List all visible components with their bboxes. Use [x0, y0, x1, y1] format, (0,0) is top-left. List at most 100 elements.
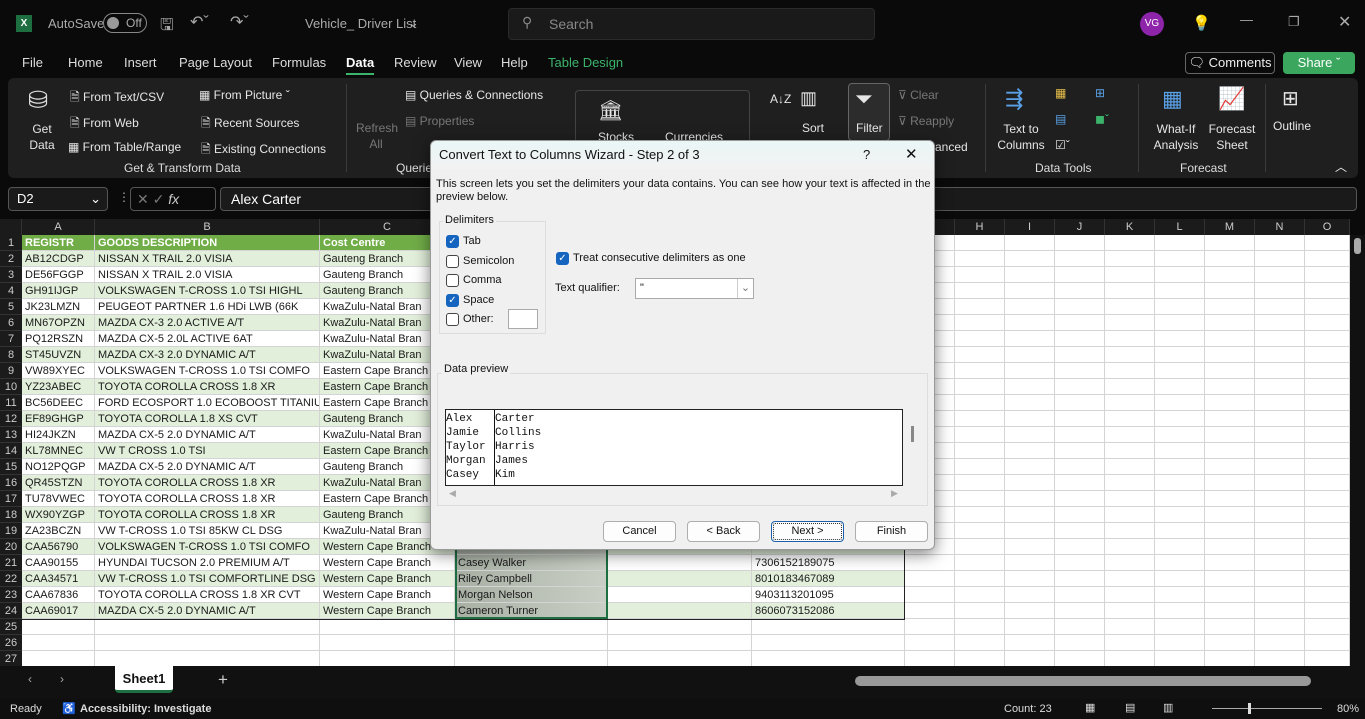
properties-button[interactable]: ▤ Properties	[405, 114, 474, 128]
cell[interactable]	[1305, 619, 1350, 635]
cell[interactable]	[955, 427, 1005, 443]
cell[interactable]	[955, 587, 1005, 603]
cell[interactable]	[1105, 235, 1155, 251]
column-header-J[interactable]: J	[1055, 219, 1105, 235]
cell[interactable]	[1205, 651, 1255, 667]
cell[interactable]	[1005, 491, 1055, 507]
cell[interactable]	[455, 635, 608, 651]
cell[interactable]	[1305, 331, 1350, 347]
cell[interactable]	[1055, 635, 1105, 651]
existing-connections-button[interactable]: 🗎 Existing Connections	[201, 140, 326, 161]
row-header-20[interactable]: 20	[0, 539, 22, 555]
redo-icon[interactable]: ↷ˇ	[230, 12, 249, 32]
cell[interactable]	[1305, 299, 1350, 315]
cell[interactable]	[1305, 315, 1350, 331]
cell[interactable]	[1305, 443, 1350, 459]
recent-sources-button[interactable]: 🗎 Recent Sources	[201, 114, 299, 135]
avatar[interactable]: VG	[1140, 12, 1164, 36]
cell[interactable]	[1105, 603, 1155, 619]
cell[interactable]	[1055, 347, 1105, 363]
column-header-O[interactable]: O	[1305, 219, 1350, 235]
data-preview[interactable]: Alex Carter Jamie Collins Taylor Harris Morgan…	[445, 409, 903, 486]
cell[interactable]	[1105, 379, 1155, 395]
cell[interactable]	[1305, 651, 1350, 667]
cell[interactable]	[1205, 251, 1255, 267]
cell[interactable]	[1155, 491, 1205, 507]
from-text-csv-button[interactable]: 🗎 From Text/CSV	[70, 88, 164, 109]
cell[interactable]	[320, 651, 455, 667]
cell[interactable]	[1155, 523, 1205, 539]
cell[interactable]	[1305, 571, 1350, 587]
text-qualifier-select[interactable]: " ⌄	[635, 278, 754, 299]
cell[interactable]	[1255, 571, 1305, 587]
fx-icon[interactable]: fx	[168, 191, 179, 207]
cell[interactable]	[1305, 395, 1350, 411]
cell[interactable]	[1005, 267, 1055, 283]
cell[interactable]	[1105, 587, 1155, 603]
cell[interactable]	[1005, 315, 1055, 331]
cell[interactable]	[1105, 283, 1155, 299]
cell[interactable]	[1205, 283, 1255, 299]
cell[interactable]	[1005, 331, 1055, 347]
cell[interactable]	[320, 635, 455, 651]
cell[interactable]	[1255, 539, 1305, 555]
preview-vscroll[interactable]	[911, 426, 914, 442]
back-button[interactable]: < Back	[687, 521, 760, 542]
cell[interactable]	[1155, 571, 1205, 587]
next-sheet-icon[interactable]: ›	[60, 672, 64, 686]
cell[interactable]	[1055, 395, 1105, 411]
cell[interactable]	[1105, 539, 1155, 555]
cell[interactable]	[905, 619, 955, 635]
cell[interactable]	[1205, 267, 1255, 283]
cell[interactable]	[608, 619, 752, 635]
menu-formulas[interactable]: Formulas	[272, 55, 326, 70]
cell[interactable]	[1205, 523, 1255, 539]
cell[interactable]	[1055, 475, 1105, 491]
cell[interactable]	[1005, 251, 1055, 267]
cell[interactable]	[905, 635, 955, 651]
row-header-3[interactable]: 3	[0, 267, 22, 283]
row-header-24[interactable]: 24	[0, 603, 22, 619]
cell[interactable]	[1005, 299, 1055, 315]
cell[interactable]	[1055, 267, 1105, 283]
cell[interactable]	[455, 619, 608, 635]
undo-icon[interactable]: ↶ˇ	[190, 12, 209, 32]
cell[interactable]	[1105, 251, 1155, 267]
cell[interactable]	[1155, 411, 1205, 427]
cell[interactable]	[1155, 347, 1205, 363]
cell[interactable]	[1305, 363, 1350, 379]
cell[interactable]	[1105, 427, 1155, 443]
cell[interactable]	[1305, 283, 1350, 299]
cell[interactable]	[1255, 315, 1305, 331]
cell[interactable]	[95, 619, 320, 635]
flash-fill-icon[interactable]: ▦	[1055, 86, 1066, 100]
cell[interactable]	[1205, 539, 1255, 555]
cell[interactable]	[1205, 379, 1255, 395]
cell[interactable]	[955, 507, 1005, 523]
cell[interactable]	[1205, 443, 1255, 459]
search-input[interactable]: Search	[508, 8, 875, 40]
cell[interactable]	[1105, 267, 1155, 283]
cell[interactable]	[1205, 619, 1255, 635]
cell[interactable]	[1005, 539, 1055, 555]
column-header-A[interactable]: A	[22, 219, 95, 235]
cell[interactable]	[1305, 251, 1350, 267]
cell[interactable]	[1305, 475, 1350, 491]
cell[interactable]	[955, 395, 1005, 411]
enter-icon[interactable]: ✓	[153, 191, 169, 207]
cell[interactable]	[1055, 507, 1105, 523]
from-picture-button[interactable]: ▦ From Picture ˇ	[199, 88, 290, 102]
cell[interactable]	[1105, 395, 1155, 411]
cell[interactable]	[1255, 411, 1305, 427]
cell[interactable]	[1205, 427, 1255, 443]
cell[interactable]	[1055, 459, 1105, 475]
cancel-icon[interactable]: ✕	[137, 191, 153, 207]
cell[interactable]	[955, 315, 1005, 331]
cell[interactable]	[1205, 571, 1255, 587]
cell[interactable]	[1155, 555, 1205, 571]
cell[interactable]	[955, 523, 1005, 539]
cell[interactable]	[1255, 347, 1305, 363]
cell[interactable]	[1255, 523, 1305, 539]
cell[interactable]	[1005, 235, 1055, 251]
clear-button[interactable]: ⊽ Clear	[898, 88, 939, 102]
